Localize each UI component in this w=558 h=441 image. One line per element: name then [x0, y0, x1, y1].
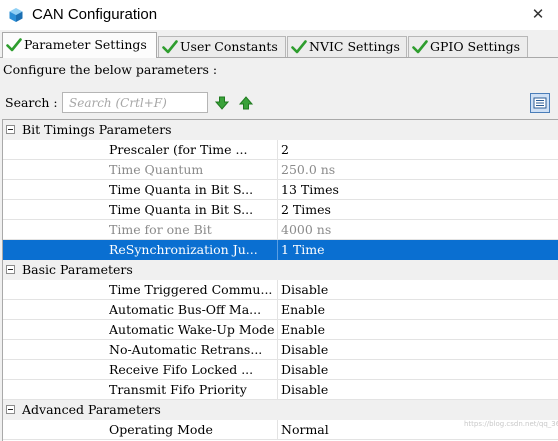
window-title: CAN Configuration — [32, 6, 158, 23]
close-button[interactable]: ✕ — [518, 0, 558, 30]
tab-label: Parameter Settings — [24, 37, 147, 52]
column-divider — [277, 340, 278, 360]
param-value[interactable]: Disable — [281, 362, 328, 378]
column-divider — [277, 380, 278, 400]
tab-strip: Parameter Settings User Constants NVIC S… — [0, 30, 558, 58]
column-divider — [277, 240, 278, 260]
param-value[interactable]: Enable — [281, 302, 325, 318]
column-divider — [277, 180, 278, 200]
group-row-bit-timings[interactable]: Bit Timings Parameters — [3, 120, 558, 140]
green-check-icon — [412, 40, 428, 54]
tab-label: GPIO Settings — [430, 39, 521, 54]
column-divider — [277, 200, 278, 220]
param-row[interactable]: Automatic Bus-Off Ma... Enable — [3, 300, 558, 320]
tab-nvic-settings[interactable]: NVIC Settings — [287, 36, 407, 57]
group-label: Basic Parameters — [22, 262, 133, 277]
search-label: Search : — [5, 95, 58, 110]
param-row[interactable]: Prescaler (for Time ... 2 — [3, 140, 558, 160]
column-divider — [277, 320, 278, 340]
column-divider — [277, 280, 278, 300]
param-name: Automatic Bus-Off Ma... — [109, 302, 262, 317]
param-value: 4000 ns — [281, 222, 332, 237]
list-view-button[interactable] — [530, 93, 550, 113]
param-name: No-Automatic Retrans... — [109, 342, 263, 357]
search-box — [62, 92, 208, 113]
param-name: Operating Mode — [109, 422, 213, 437]
search-input[interactable] — [63, 93, 207, 112]
green-check-icon — [6, 38, 22, 52]
param-row[interactable]: Time Triggered Commu... Disable — [3, 280, 558, 300]
tab-gpio-settings[interactable]: GPIO Settings — [408, 36, 528, 57]
group-label: Bit Timings Parameters — [22, 122, 172, 137]
param-value[interactable]: 13 Times — [281, 182, 339, 198]
column-divider — [277, 220, 278, 240]
param-value[interactable]: Enable — [281, 322, 325, 338]
param-value[interactable]: 1 Time — [281, 242, 325, 258]
collapse-icon[interactable] — [6, 265, 15, 274]
param-row[interactable]: Transmit Fifo Priority Disable — [3, 380, 558, 400]
param-row[interactable]: Time Quanta in Bit S... 13 Times — [3, 180, 558, 200]
param-name: Time Quanta in Bit S... — [109, 202, 254, 217]
param-row[interactable]: Time for one Bit 4000 ns — [3, 220, 558, 240]
green-arrow-down-icon[interactable] — [214, 95, 230, 111]
green-arrow-up-icon[interactable] — [238, 95, 254, 111]
param-name: Automatic Wake-Up Mode — [109, 322, 274, 337]
watermark: https://blog.csdn.net/qq_3627... — [464, 420, 558, 428]
tab-label: User Constants — [180, 39, 278, 54]
collapse-icon[interactable] — [6, 405, 15, 414]
param-row[interactable]: Receive Fifo Locked ... Disable — [3, 360, 558, 380]
param-name: Time Quanta in Bit S... — [109, 182, 254, 197]
param-value[interactable]: Disable — [281, 282, 328, 298]
param-value[interactable]: Disable — [281, 382, 328, 398]
list-view-icon — [533, 97, 547, 109]
param-row-selected[interactable]: ReSynchronization Ju... 1 Time — [3, 240, 558, 260]
param-row[interactable]: Automatic Wake-Up Mode Enable — [3, 320, 558, 340]
cube-icon — [9, 8, 23, 22]
param-value[interactable]: 2 Times — [281, 202, 331, 218]
green-check-icon — [162, 40, 178, 54]
param-name: Time Quantum — [109, 162, 204, 177]
column-divider — [277, 420, 278, 440]
param-name: ReSynchronization Ju... — [109, 242, 258, 257]
param-value[interactable]: Disable — [281, 342, 328, 358]
param-row[interactable]: No-Automatic Retrans... Disable — [3, 340, 558, 360]
column-divider — [277, 140, 278, 160]
tab-parameter-settings[interactable]: Parameter Settings — [2, 32, 157, 58]
param-name: Prescaler (for Time ... — [109, 142, 248, 157]
tab-user-constants[interactable]: User Constants — [158, 36, 286, 57]
column-divider — [277, 160, 278, 180]
param-name: Time Triggered Commu... — [109, 282, 273, 297]
param-row[interactable]: Time Quantum 250.0 ns — [3, 160, 558, 180]
column-divider — [277, 360, 278, 380]
group-row-basic[interactable]: Basic Parameters — [3, 260, 558, 280]
param-row[interactable]: Time Quanta in Bit S... 2 Times — [3, 200, 558, 220]
group-label: Advanced Parameters — [22, 402, 161, 417]
param-value: 250.0 ns — [281, 162, 336, 177]
instruction-text: Configure the below parameters : — [3, 62, 218, 77]
group-row-advanced[interactable]: Advanced Parameters — [3, 400, 558, 420]
param-name: Transmit Fifo Priority — [109, 382, 247, 397]
param-name: Time for one Bit — [109, 222, 212, 237]
column-divider — [277, 300, 278, 320]
param-name: Receive Fifo Locked ... — [109, 362, 254, 377]
parameter-grid: Bit Timings Parameters Prescaler (for Ti… — [2, 119, 558, 441]
tab-label: NVIC Settings — [309, 39, 400, 54]
collapse-icon[interactable] — [6, 125, 15, 134]
green-check-icon — [291, 40, 307, 54]
title-bar: CAN Configuration ✕ — [0, 0, 558, 30]
param-value[interactable]: Normal — [281, 422, 329, 438]
param-value[interactable]: 2 — [281, 142, 289, 158]
